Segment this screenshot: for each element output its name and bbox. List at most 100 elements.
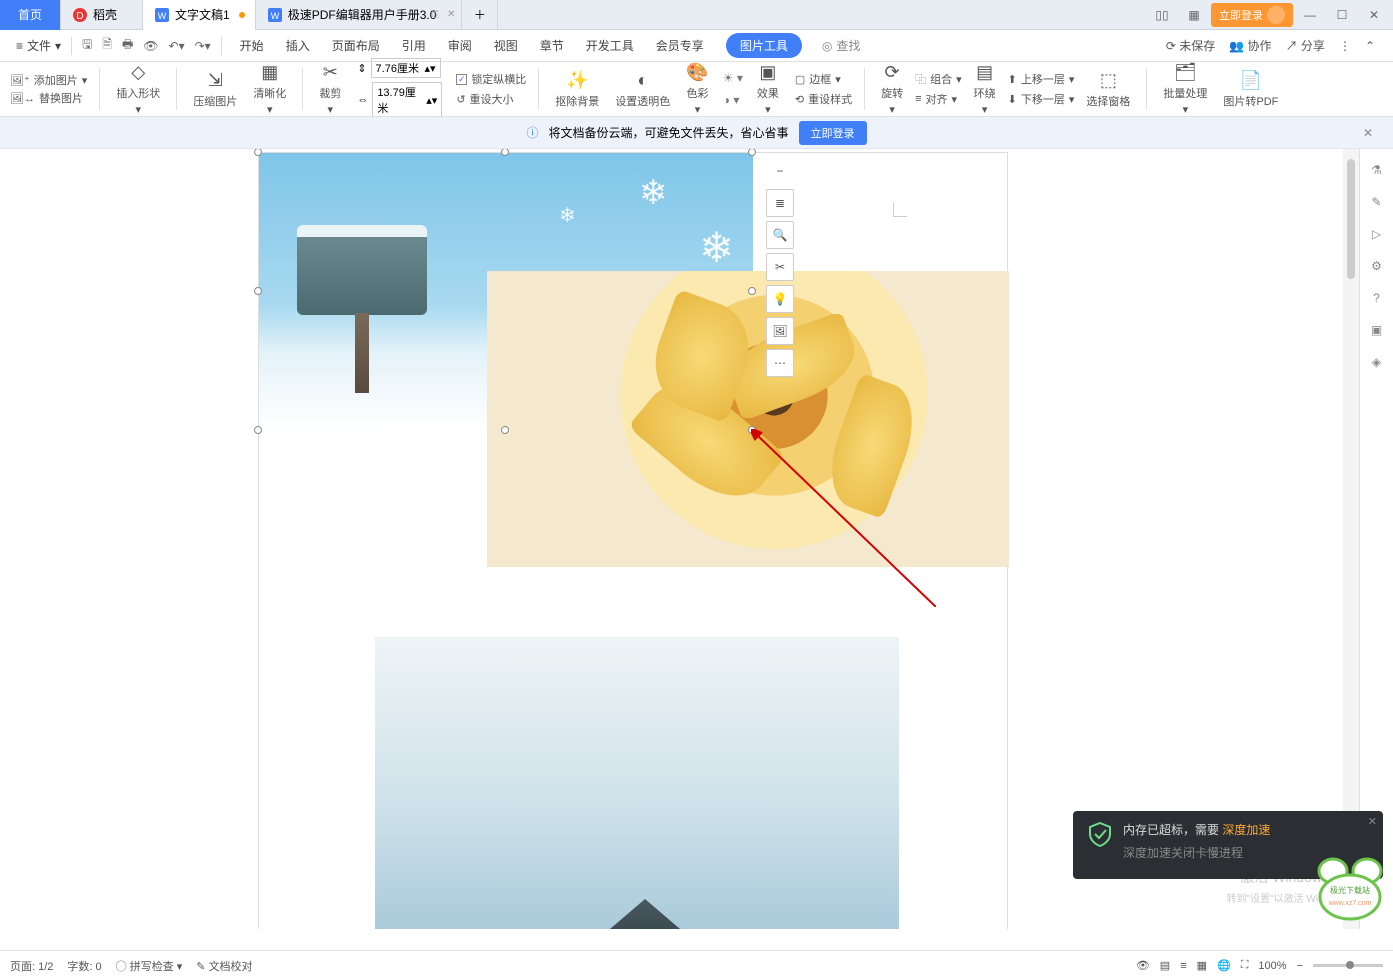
- batch-icon: 🗂: [1174, 62, 1197, 83]
- menu-tab-view[interactable]: 视图: [494, 33, 518, 58]
- pin-icon[interactable]: ⎘: [432, 9, 439, 20]
- add-picture-button[interactable]: 🖼⁺添加图片 ▾: [10, 72, 87, 88]
- file-menu[interactable]: ≡文件▾: [8, 33, 69, 58]
- selection-pane-button[interactable]: ⬚选择窗格: [1082, 70, 1134, 109]
- align-button[interactable]: ≡对齐 ▾: [915, 91, 962, 107]
- menu-tab-member[interactable]: 会员专享: [656, 33, 704, 58]
- status-page[interactable]: 页面: 1/2: [10, 958, 53, 974]
- toast-close-icon[interactable]: ✕: [1368, 815, 1377, 828]
- batch-button[interactable]: 🗂批量处理 ▾: [1159, 62, 1211, 116]
- float-replace-pic-icon[interactable]: 🖼: [766, 317, 794, 345]
- login-button[interactable]: 立即登录: [1211, 3, 1293, 27]
- grid-apps-icon[interactable]: ▦: [1179, 1, 1209, 29]
- print-preview-icon[interactable]: 👁: [143, 39, 158, 53]
- zoom-out-icon[interactable]: −: [1297, 960, 1303, 972]
- clarity-button[interactable]: ▦清晰化 ▾: [249, 62, 290, 116]
- height-input[interactable]: 7.76厘米▴▾: [371, 58, 441, 78]
- undo-icon[interactable]: ↶▾: [169, 39, 185, 53]
- tab-daoke[interactable]: D 稻壳: [61, 0, 143, 30]
- status-word-count[interactable]: 字数: 0: [67, 958, 101, 974]
- banner-login-button[interactable]: 立即登录: [799, 121, 867, 145]
- menu-tab-insert[interactable]: 插入: [286, 33, 310, 58]
- focus-mode-icon[interactable]: 👁: [1136, 959, 1150, 972]
- set-transparent-button[interactable]: ◐设置透明色: [611, 70, 674, 109]
- scroll-thumb[interactable]: [1347, 159, 1355, 279]
- share-button[interactable]: ↗ 分享: [1286, 37, 1325, 54]
- save-as-icon[interactable]: 🗎: [102, 35, 112, 56]
- effects-button[interactable]: ▣效果 ▾: [753, 62, 783, 116]
- contrast-icon[interactable]: ◑ ▾: [723, 93, 743, 107]
- view-print-icon[interactable]: ▤: [1160, 959, 1170, 972]
- collab-button[interactable]: 👥 协作: [1229, 37, 1271, 54]
- pic-to-pdf-button[interactable]: 📄图片转PDF: [1219, 70, 1282, 109]
- reset-size-button[interactable]: ↺重设大小: [456, 91, 526, 107]
- move-up-button[interactable]: ⬆上移一层 ▾: [1008, 71, 1075, 87]
- zoom-level[interactable]: 100%: [1258, 960, 1286, 972]
- proofread-icon: ✎: [196, 961, 205, 973]
- view-outline-icon[interactable]: ≡: [1180, 960, 1186, 972]
- brightness-icon[interactable]: ☀ ▾: [723, 71, 743, 85]
- menu-tab-reference[interactable]: 引用: [402, 33, 426, 58]
- compress-picture-button[interactable]: ⇲压缩图片: [189, 70, 241, 109]
- side-design-icon[interactable]: ⚗: [1371, 163, 1382, 177]
- side-help-icon[interactable]: ?: [1373, 291, 1380, 305]
- redo-icon[interactable]: ↷▾: [195, 39, 211, 53]
- tab-new[interactable]: ＋: [462, 0, 498, 30]
- float-layout-icon[interactable]: ≣: [766, 189, 794, 217]
- side-select-icon[interactable]: ▷: [1372, 227, 1381, 241]
- window-maximize-icon[interactable]: ☐: [1327, 1, 1357, 29]
- tab-home[interactable]: 首页: [0, 0, 61, 30]
- border-button[interactable]: ▢边框 ▾: [795, 71, 852, 87]
- view-read-icon[interactable]: 🌐: [1217, 959, 1231, 972]
- menu-tab-chapter[interactable]: 章节: [540, 33, 564, 58]
- collapse-ribbon-icon[interactable]: ⌃: [1365, 39, 1375, 53]
- color-button[interactable]: 🎨色彩 ▾: [682, 62, 712, 116]
- zoom-slider[interactable]: [1313, 964, 1383, 967]
- image-flower[interactable]: [487, 271, 1009, 567]
- float-zoom-out-icon[interactable]: −: [766, 157, 794, 185]
- fit-page-icon[interactable]: ⛶: [1241, 959, 1249, 972]
- float-more-icon[interactable]: ⋯: [766, 349, 794, 377]
- reset-style-button[interactable]: ⟲重设样式: [795, 91, 852, 107]
- side-template-icon[interactable]: ▣: [1371, 323, 1382, 337]
- view-web-icon[interactable]: ▦: [1197, 959, 1207, 972]
- menu-tab-start[interactable]: 开始: [240, 33, 264, 58]
- float-magnify-icon[interactable]: 🔍: [766, 221, 794, 249]
- more-menu-icon[interactable]: ⋮: [1339, 39, 1351, 53]
- image-landscape[interactable]: [375, 637, 899, 929]
- unsaved-button[interactable]: ⟳ 未保存: [1166, 37, 1215, 54]
- find-command[interactable]: ◎查找: [822, 37, 861, 54]
- menu-tab-review[interactable]: 审阅: [448, 33, 472, 58]
- rotate-button[interactable]: ⟳旋转 ▾: [877, 62, 907, 116]
- menu-tab-picture-tools[interactable]: 图片工具: [726, 33, 802, 58]
- menu-tab-devtools[interactable]: 开发工具: [586, 33, 634, 58]
- combine-button[interactable]: ⿻组合 ▾: [915, 71, 962, 87]
- wrap-button[interactable]: ▤环绕 ▾: [970, 62, 1000, 116]
- save-icon[interactable]: 🖫: [82, 35, 92, 56]
- snowflake-icon: ❄: [559, 203, 576, 228]
- side-settings-icon[interactable]: ⚙: [1371, 259, 1382, 273]
- crop-button[interactable]: ✂裁剪 ▾: [315, 62, 345, 116]
- window-close-icon[interactable]: ✕: [1359, 1, 1389, 29]
- remove-bg-button[interactable]: ✨抠除背景: [551, 70, 603, 109]
- lock-aspect-checkbox[interactable]: ✓锁定纵横比: [456, 71, 526, 87]
- menu-tab-layout[interactable]: 页面布局: [332, 33, 380, 58]
- insert-shape-button[interactable]: ◇插入形状 ▾: [112, 62, 164, 116]
- print-icon[interactable]: 🖶: [122, 35, 133, 56]
- width-input[interactable]: 13.79厘米▴▾: [372, 82, 442, 118]
- tab-document-active[interactable]: W 文字文稿1: [143, 0, 256, 30]
- move-down-button[interactable]: ⬇下移一层 ▾: [1008, 91, 1075, 107]
- replace-picture-button[interactable]: 🖼↔替换图片: [10, 90, 87, 106]
- tab-pdf[interactable]: W 极速PDF编辑器用户手册3.0 ⎘ ✕: [256, 0, 463, 30]
- spellcheck-toggle[interactable]: ◯ 拼写检查 ▾: [116, 958, 183, 974]
- window-minimize-icon[interactable]: —: [1295, 1, 1325, 29]
- side-edit-icon[interactable]: ✎: [1371, 195, 1381, 209]
- layout-preset-icon[interactable]: ▯▯: [1147, 1, 1177, 29]
- side-resource-icon[interactable]: ◈: [1372, 355, 1381, 369]
- document-page[interactable]: ❄ ❄ ❄: [258, 152, 1008, 929]
- proofread-button[interactable]: ✎ 文档校对: [196, 958, 252, 974]
- tab-close-icon[interactable]: ✕: [447, 9, 455, 20]
- float-crop-icon[interactable]: ✂: [766, 253, 794, 281]
- banner-close-icon[interactable]: ✕: [1363, 126, 1373, 140]
- float-idea-icon[interactable]: 💡: [766, 285, 794, 313]
